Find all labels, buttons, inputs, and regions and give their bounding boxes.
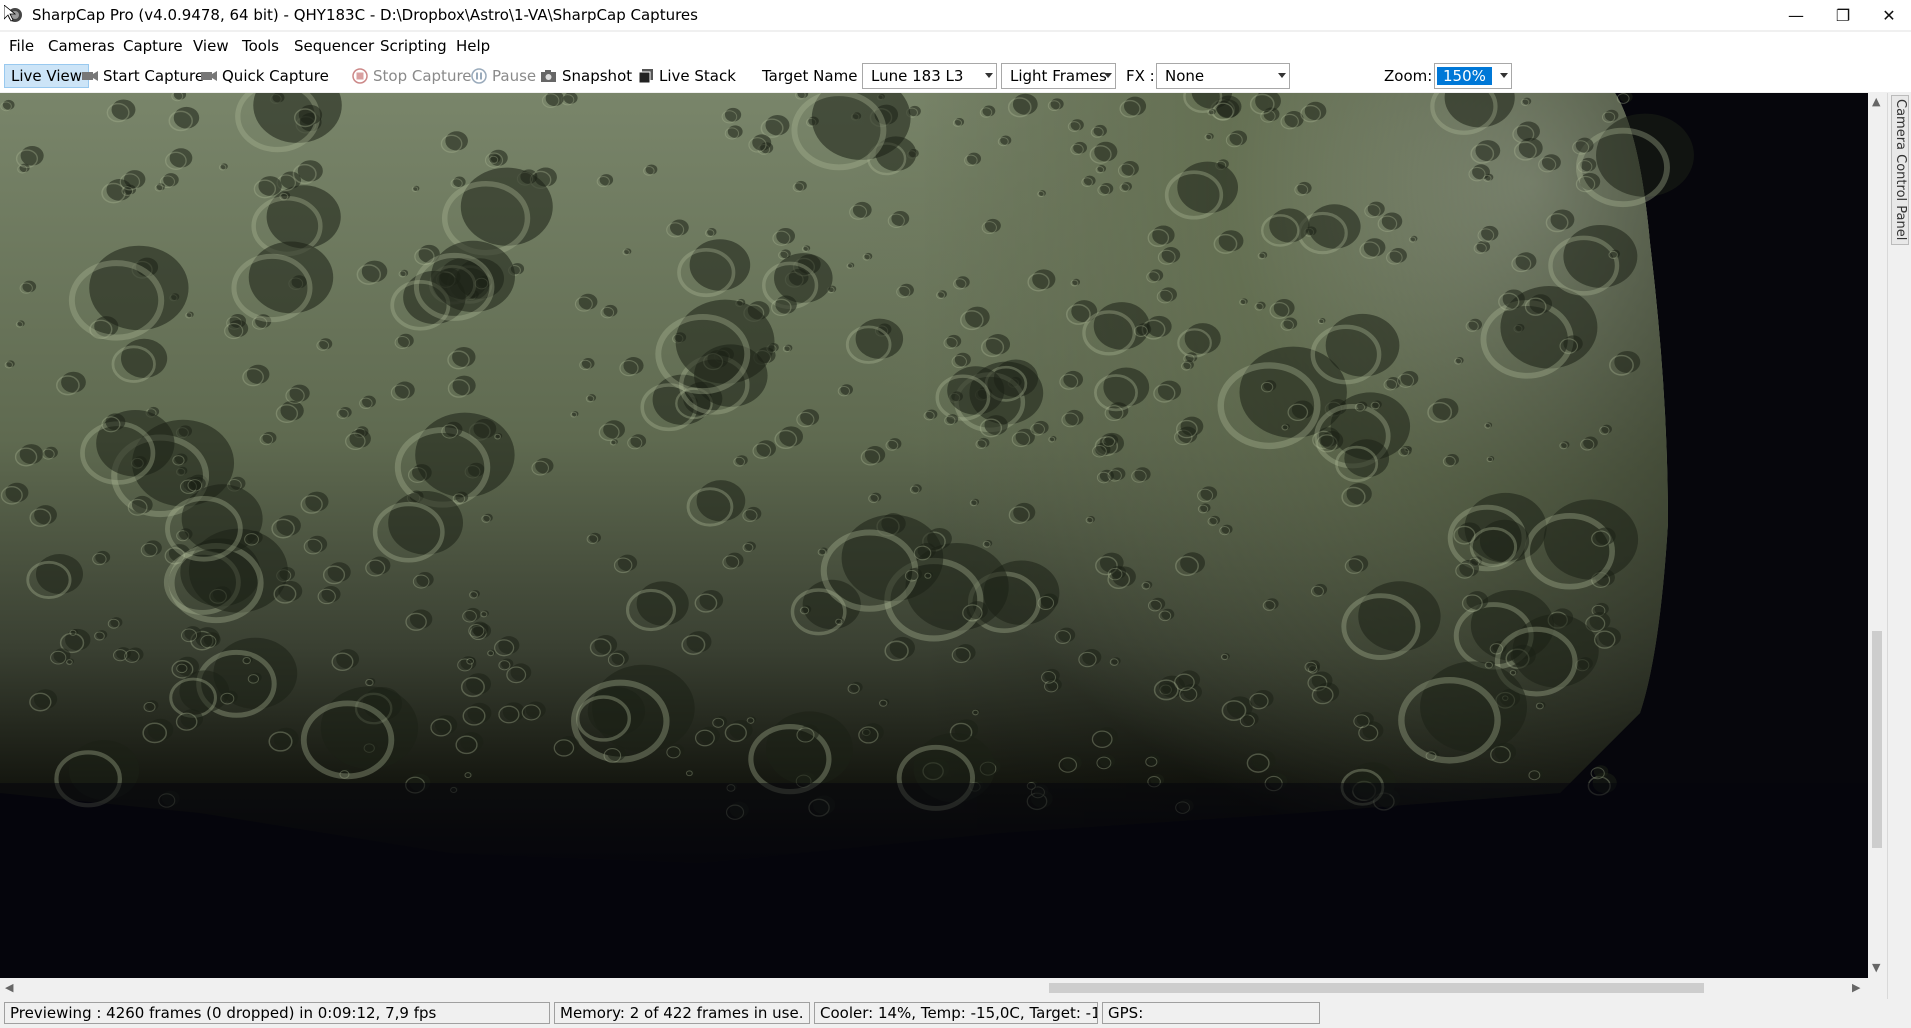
zoom-label: Zoom: xyxy=(1384,67,1433,85)
toolbar: Live View Start Capture Quick Capture St… xyxy=(0,60,1911,146)
stop-capture-label: Stop Capture xyxy=(373,67,472,85)
snapshot-label: Snapshot xyxy=(562,67,633,85)
stack-icon xyxy=(638,69,653,84)
camera-preview[interactable] xyxy=(0,93,1868,978)
quick-capture-label: Quick Capture xyxy=(222,67,329,85)
vertical-scroll-thumb[interactable] xyxy=(1872,631,1882,848)
chevron-down-icon xyxy=(1104,73,1112,78)
menu-scripting[interactable]: Scripting xyxy=(380,37,447,55)
window-title: SharpCap Pro (v4.0.9478, 64 bit) - QHY18… xyxy=(32,6,698,24)
sharpcap-app-icon xyxy=(4,5,22,22)
minimize-button[interactable]: — xyxy=(1773,0,1819,30)
pause-button[interactable]: Pause xyxy=(470,65,536,87)
menu-cameras[interactable]: Cameras xyxy=(48,37,115,55)
memory-status: Memory: 2 of 422 frames in use. xyxy=(554,1002,810,1024)
pause-icon xyxy=(471,68,487,84)
live-view-button[interactable]: Live View xyxy=(4,64,89,88)
vertical-scrollbar[interactable]: ▲ ▼ xyxy=(1868,93,1886,978)
menu-capture[interactable]: Capture xyxy=(123,37,183,55)
preview-status: Previewing : 4260 frames (0 dropped) in … xyxy=(4,1002,550,1024)
stop-capture-button[interactable]: Stop Capture xyxy=(351,65,472,87)
video-camera-icon xyxy=(201,71,217,81)
scroll-left-icon[interactable]: ◀ xyxy=(5,981,13,994)
stop-icon xyxy=(352,68,368,84)
cooler-status: Cooler: 14%, Temp: -15,0C, Target: -15,0… xyxy=(814,1002,1098,1024)
zoom-select[interactable]: 150% xyxy=(1434,63,1512,89)
live-view-label: Live View xyxy=(11,67,82,85)
status-bar: Previewing : 4260 frames (0 dropped) in … xyxy=(0,999,1911,1028)
chevron-down-icon xyxy=(1278,73,1286,78)
horizontal-scroll-thumb[interactable] xyxy=(1049,983,1704,993)
fx-label: FX : xyxy=(1126,67,1155,85)
frame-type-select[interactable]: Light Frames xyxy=(1001,63,1116,89)
snapshot-button[interactable]: Snapshot xyxy=(540,65,632,87)
camera-icon xyxy=(541,70,556,82)
pause-label: Pause xyxy=(492,67,537,85)
frame-type-value: Light Frames xyxy=(1010,67,1107,85)
quick-capture-button[interactable]: Quick Capture xyxy=(200,65,329,87)
target-name-value: Lune 183 L3 xyxy=(871,67,964,85)
target-name-label: Target Name : xyxy=(762,67,868,85)
zoom-value: 150% xyxy=(1437,67,1492,85)
scroll-down-icon[interactable]: ▼ xyxy=(1872,961,1880,974)
chevron-down-icon xyxy=(985,73,993,78)
title-bar: SharpCap Pro (v4.0.9478, 64 bit) - QHY18… xyxy=(0,0,1911,30)
scroll-up-icon[interactable]: ▲ xyxy=(1872,95,1880,108)
moon-image xyxy=(0,93,1868,978)
menu-file[interactable]: File xyxy=(9,37,34,55)
scroll-right-icon[interactable]: ▶ xyxy=(1852,981,1860,994)
target-name-combo[interactable]: Lune 183 L3 xyxy=(862,63,997,89)
menu-bar: File Cameras Capture View Tools Sequence… xyxy=(0,32,1911,60)
maximize-button[interactable]: ❐ xyxy=(1820,0,1866,30)
close-button[interactable]: ✕ xyxy=(1866,0,1911,30)
start-capture-label: Start Capture xyxy=(103,67,205,85)
live-stack-label: Live Stack xyxy=(659,67,736,85)
fx-select[interactable]: None xyxy=(1156,63,1290,89)
fx-value: None xyxy=(1165,67,1205,85)
menu-help[interactable]: Help xyxy=(456,37,490,55)
chevron-down-icon xyxy=(1500,73,1508,78)
menu-sequencer[interactable]: Sequencer xyxy=(294,37,374,55)
camera-control-panel-dock: Camera Control Panel xyxy=(1887,93,1911,999)
gps-status: GPS: xyxy=(1102,1002,1320,1024)
live-stack-button[interactable]: Live Stack xyxy=(637,65,736,87)
horizontal-scrollbar[interactable]: ◀ ▶ xyxy=(0,978,1868,998)
start-capture-button[interactable]: Start Capture xyxy=(81,65,204,87)
menu-tools[interactable]: Tools xyxy=(242,37,279,55)
menu-view[interactable]: View xyxy=(193,37,229,55)
camera-control-panel-label: Camera Control Panel xyxy=(1893,99,1908,241)
video-camera-icon xyxy=(82,71,98,81)
camera-control-panel-tab[interactable]: Camera Control Panel xyxy=(1891,95,1909,245)
